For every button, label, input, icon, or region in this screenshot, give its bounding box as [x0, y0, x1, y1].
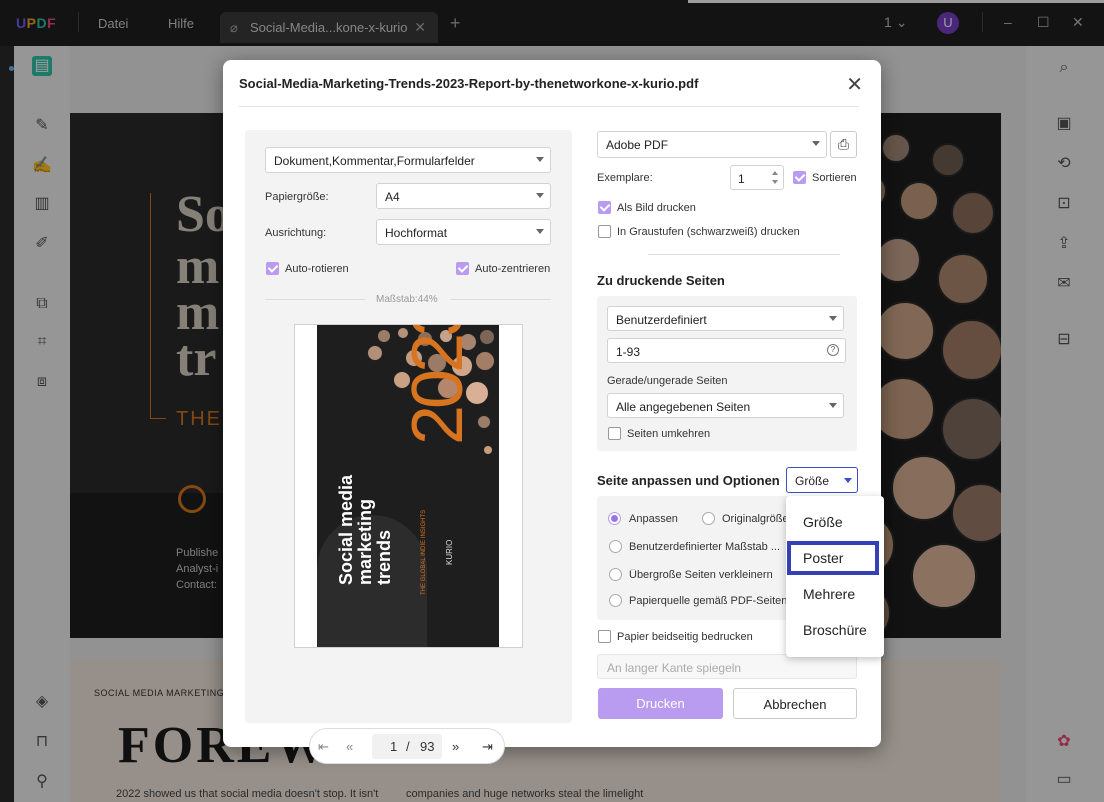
- content-select-value: Dokument,Kommentar,Formularfelder: [274, 154, 475, 168]
- shrink-oversized-label: Übergroße Seiten verkleinern: [629, 569, 773, 581]
- last-page-icon[interactable]: ⇥: [482, 739, 493, 755]
- auto-rotate-checkbox[interactable]: [266, 262, 279, 275]
- divider: [265, 299, 365, 300]
- preview-brand: KURIO: [445, 539, 454, 565]
- chevron-down-icon: [829, 316, 837, 321]
- odd-even-value: Alle angegebenen Seiten: [616, 400, 751, 414]
- fit-mode-dropdown: Größe Poster Mehrere Broschüre: [786, 496, 884, 657]
- decrement-icon[interactable]: [772, 180, 778, 184]
- preview-page: 2023 Social media marketing trends THE G…: [317, 325, 499, 647]
- divider: [648, 254, 840, 255]
- duplex-mode-value: An langer Kante spiegeln: [607, 661, 742, 675]
- print-as-image-checkbox[interactable]: [598, 201, 611, 214]
- dialog-title: Social-Media-Marketing-Trends-2023-Repor…: [239, 76, 699, 91]
- auto-rotate-label: Auto-rotieren: [285, 263, 349, 275]
- orientation-select[interactable]: Hochformat: [376, 219, 551, 245]
- chevron-down-icon: [536, 193, 544, 198]
- face-image: [377, 329, 391, 343]
- scale-label: Maßstab:44%: [376, 294, 438, 305]
- face-image: [483, 445, 493, 455]
- face-image: [367, 345, 383, 361]
- dropdown-item-poster[interactable]: Poster: [803, 550, 843, 566]
- print-preview: 2023 Social media marketing trends THE G…: [294, 324, 523, 648]
- preview-year: 2023: [398, 325, 478, 445]
- print-dialog: Social-Media-Marketing-Trends-2023-Repor…: [223, 60, 881, 764]
- chevron-down-icon: [812, 141, 820, 146]
- pages-heading: Zu druckende Seiten: [597, 273, 725, 288]
- fit-option-label: Anpassen: [629, 513, 678, 525]
- copies-stepper[interactable]: 1: [730, 165, 784, 190]
- pages-mode-value: Benutzerdefiniert: [616, 313, 707, 327]
- help-icon[interactable]: ?: [827, 344, 839, 356]
- paper-size-label: Papiergröße:: [265, 191, 329, 203]
- dropdown-item-booklet[interactable]: Broschüre: [803, 622, 867, 638]
- printer-select[interactable]: Adobe PDF: [597, 131, 827, 158]
- auto-center-label: Auto-zentrieren: [475, 263, 551, 275]
- custom-scale-radio[interactable]: [609, 540, 622, 553]
- print-as-image-label: Als Bild drucken: [617, 202, 696, 214]
- face-image: [477, 415, 491, 429]
- page-range-value: 1-93: [616, 345, 641, 359]
- duplex-label: Papier beidseitig bedrucken: [617, 631, 753, 643]
- copies-value: 1: [738, 172, 745, 186]
- increment-icon[interactable]: [772, 171, 778, 175]
- paper-source-radio[interactable]: [609, 594, 622, 607]
- fit-mode-value: Größe: [795, 474, 830, 488]
- page-range-input[interactable]: 1-93?: [607, 338, 846, 363]
- preview-subtitle: THE GLOBAL INDIE INSIGHTS: [421, 509, 427, 595]
- face-image: [479, 329, 495, 345]
- cancel-button[interactable]: Abbrechen: [733, 688, 857, 719]
- preview-panel: Dokument,Kommentar,Formularfelder Papier…: [245, 130, 572, 764]
- original-size-radio[interactable]: [702, 512, 715, 525]
- pages-mode-select[interactable]: Benutzerdefiniert: [607, 306, 844, 331]
- grayscale-label: In Graustufen (schwarzweiß) drucken: [617, 226, 800, 238]
- fit-option-radio[interactable]: [608, 512, 621, 525]
- orientation-label: Ausrichtung:: [265, 227, 327, 239]
- original-size-label: Originalgröße: [722, 513, 786, 525]
- collate-checkbox[interactable]: [793, 171, 806, 184]
- fit-heading: Seite anpassen und Optionen: [597, 473, 780, 488]
- printer-value: Adobe PDF: [606, 138, 669, 152]
- collate-label: Sortieren: [812, 172, 857, 184]
- printer-properties-icon[interactable]: ⎙: [830, 131, 857, 158]
- custom-scale-label: Benutzerdefinierter Maßstab ...: [629, 541, 781, 553]
- chevron-down-icon: [536, 157, 544, 162]
- next-page-icon[interactable]: »: [452, 739, 459, 754]
- reverse-pages-label: Seiten umkehren: [627, 428, 711, 440]
- paper-size-value: A4: [385, 190, 400, 204]
- chevron-down-icon: [844, 478, 852, 483]
- duplex-checkbox[interactable]: [598, 630, 611, 643]
- reverse-pages-checkbox[interactable]: [608, 427, 621, 440]
- first-page-icon[interactable]: ⇤: [318, 739, 329, 755]
- odd-even-select[interactable]: Alle angegebenen Seiten: [607, 393, 844, 418]
- content-select[interactable]: Dokument,Kommentar,Formularfelder: [265, 147, 551, 173]
- close-dialog-icon[interactable]: ✕: [846, 72, 863, 97]
- duplex-mode-select: An langer Kante spiegeln: [597, 654, 857, 679]
- divider: [450, 299, 551, 300]
- dropdown-item-size[interactable]: Größe: [803, 514, 843, 530]
- copies-label: Exemplare:: [597, 172, 653, 184]
- odd-even-label: Gerade/ungerade Seiten: [607, 375, 728, 387]
- total-pages: 93: [420, 739, 435, 754]
- grayscale-checkbox[interactable]: [598, 225, 611, 238]
- chevron-down-icon: [829, 403, 837, 408]
- dropdown-item-multiple[interactable]: Mehrere: [803, 586, 855, 602]
- shrink-oversized-radio[interactable]: [609, 568, 622, 581]
- print-button[interactable]: Drucken: [598, 688, 723, 719]
- page-separator: /: [406, 739, 410, 754]
- page-navigator: ⇤ « 1 / 93 » ⇥: [309, 728, 505, 764]
- prev-page-icon[interactable]: «: [346, 739, 353, 754]
- fit-mode-select[interactable]: Größe: [786, 467, 858, 493]
- preview-title: Social media marketing trends: [336, 474, 394, 585]
- paper-size-select[interactable]: A4: [376, 183, 551, 209]
- paper-source-label: Papierquelle gemäß PDF-Seitengröße: [629, 595, 786, 607]
- divider: [239, 106, 859, 107]
- current-page: 1: [390, 739, 398, 754]
- orientation-value: Hochformat: [385, 226, 448, 240]
- chevron-down-icon: [536, 229, 544, 234]
- auto-center-checkbox[interactable]: [456, 262, 469, 275]
